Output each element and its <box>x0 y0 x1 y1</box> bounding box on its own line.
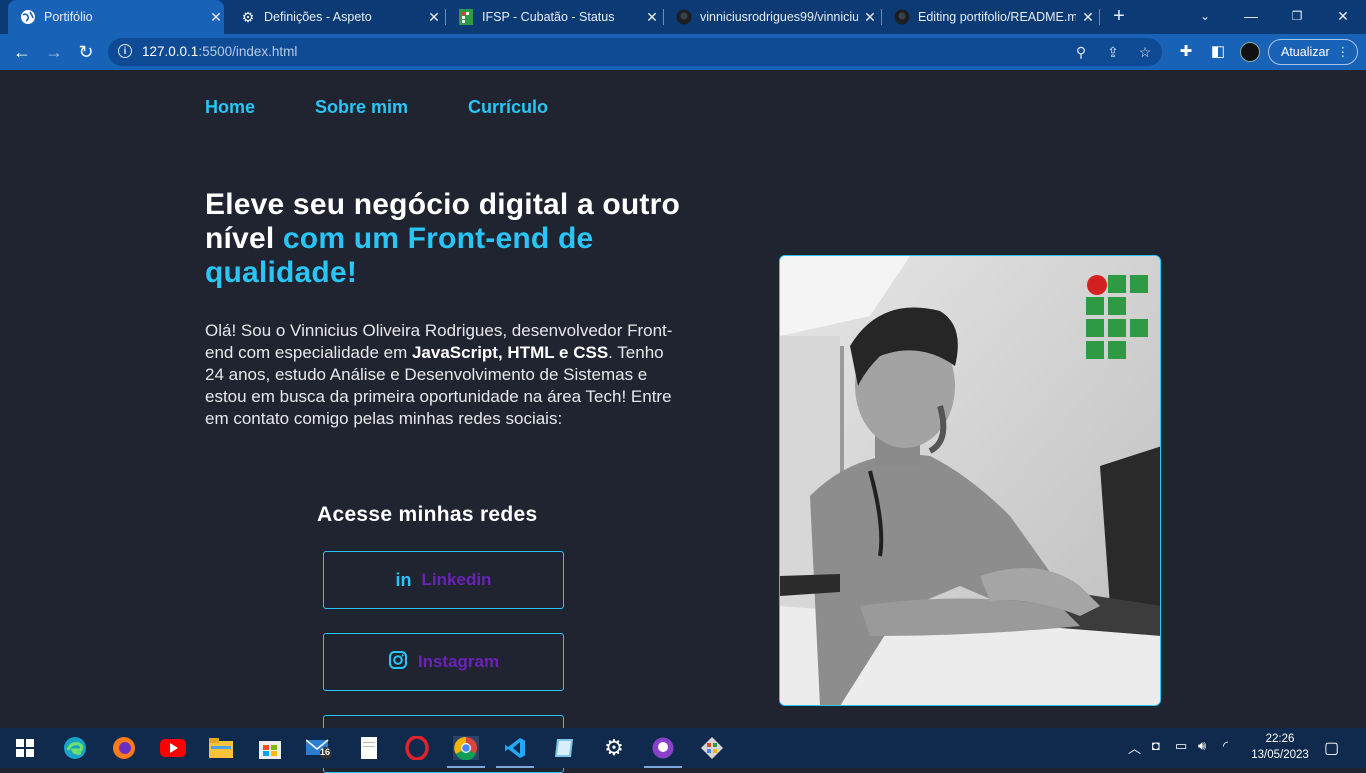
nav-curriculo-link[interactable]: Currículo <box>468 97 548 118</box>
close-icon[interactable]: ✕ <box>208 9 224 26</box>
menu-dots-icon[interactable]: ⋮ <box>1337 40 1350 64</box>
mail-icon[interactable]: 16 <box>306 736 332 760</box>
gear-icon: ⚙ <box>241 8 255 25</box>
firefox-icon[interactable] <box>111 736 137 760</box>
instagram-button[interactable]: Instagram <box>323 633 564 691</box>
avatar[interactable] <box>1240 42 1260 62</box>
github-desktop-icon[interactable] <box>644 736 682 768</box>
github-icon <box>894 9 910 25</box>
notifications-icon[interactable]: ▢ <box>1324 738 1339 758</box>
address-bar[interactable]: i 127.0.0.1:5500/index.html ⚲ ⇪ ☆ <box>108 38 1162 66</box>
notes-app-icon[interactable] <box>551 736 577 760</box>
tab-title: IFSP - Cubatão - Status <box>482 10 615 24</box>
close-icon[interactable]: ✕ <box>644 9 660 26</box>
wifi-icon[interactable]: ◜ <box>1223 738 1228 754</box>
vscode-icon[interactable] <box>496 736 534 768</box>
volume-icon[interactable]: 🔊︎ <box>1198 738 1206 754</box>
tab-ifsp[interactable]: IFSP - Cubatão - Status ✕ <box>450 0 660 34</box>
system-clock[interactable]: 22:26 13/05/2023 <box>1248 731 1312 763</box>
nav-sobre-mim-link[interactable]: Sobre mim <box>315 97 408 118</box>
tab-title: Portifólio <box>44 10 93 24</box>
windows-taskbar: 16 ⚙ ︿ ◘ ▭ 🔊︎ ◜ 22:26 13/05/2023 ▢ <box>0 728 1366 768</box>
battery-icon[interactable]: ▭ <box>1175 738 1187 754</box>
meet-icon[interactable]: ◘ <box>1152 738 1160 753</box>
side-panel-icon[interactable]: ◧ <box>1208 42 1228 62</box>
file-explorer-icon[interactable] <box>208 736 234 760</box>
instagram-icon <box>388 650 408 675</box>
tab-title: vinniciusrodrigues99/vinniciu <box>700 10 858 24</box>
tab-strip: Portifólio ✕ ⚙ Definições - Aspeto ✕ IFS… <box>0 0 1366 34</box>
site-info-icon[interactable]: i <box>118 44 132 58</box>
chrome-icon[interactable] <box>447 736 485 768</box>
git-client-icon[interactable] <box>699 736 725 760</box>
social-title: Acesse minhas redes <box>317 503 538 526</box>
close-window-button[interactable]: ✕ <box>1320 0 1366 32</box>
new-tab-button[interactable]: + <box>1108 5 1130 27</box>
share-icon[interactable]: ⇪ <box>1104 43 1122 61</box>
browser-toolbar: ← → ↻ i 127.0.0.1:5500/index.html ⚲ ⇪ ☆ … <box>0 34 1366 70</box>
ifsp-icon <box>458 9 474 25</box>
tab-definicoes[interactable]: ⚙ Definições - Aspeto ✕ <box>232 0 442 34</box>
restore-button[interactable]: ❐ <box>1274 0 1320 32</box>
store-icon[interactable] <box>257 736 283 760</box>
zoom-icon[interactable]: ⚲ <box>1072 43 1090 61</box>
settings-gear-icon[interactable]: ⚙ <box>601 735 627 760</box>
tab-github-profile[interactable]: vinniciusrodrigues99/vinniciu ✕ <box>668 0 878 34</box>
close-icon[interactable]: ✕ <box>1080 9 1096 26</box>
tab-search-icon[interactable]: ⌄ <box>1182 0 1228 32</box>
profile-photo <box>779 255 1161 706</box>
tab-title: Editing portifolio/README.m <box>918 10 1076 24</box>
clock-time: 22:26 <box>1265 733 1295 745</box>
mail-badge: 16 <box>320 747 331 757</box>
github-icon <box>676 9 692 25</box>
close-icon[interactable]: ✕ <box>426 9 442 26</box>
reload-button[interactable]: ↻ <box>74 40 98 64</box>
tab-title: Definições - Aspeto <box>264 10 372 24</box>
edge-icon[interactable] <box>62 736 88 760</box>
clock-date: 13/05/2023 <box>1251 749 1309 761</box>
bookmark-star-icon[interactable]: ☆ <box>1136 43 1154 61</box>
tab-github-readme[interactable]: Editing portifolio/README.m ✕ <box>886 0 1096 34</box>
linkedin-icon: in <box>395 569 412 590</box>
forward-button[interactable]: → <box>42 40 66 64</box>
page-title: Eleve seu negócio digital a outro nível … <box>205 188 681 289</box>
url-text: 127.0.0.1:5500/index.html <box>142 44 298 59</box>
bio-text: Olá! Sou o Vinnicius Oliveira Rodrigues,… <box>205 321 673 428</box>
tab-portifolio[interactable]: Portifólio ✕ <box>8 0 224 34</box>
windows-start-icon[interactable] <box>12 736 38 760</box>
extensions-icon[interactable]: ✚ <box>1176 42 1196 62</box>
chevron-up-icon[interactable]: ︿ <box>1128 738 1141 757</box>
linkedin-button[interactable]: in Linkedin <box>323 551 564 609</box>
notepad-icon[interactable] <box>356 736 382 760</box>
youtube-icon[interactable] <box>160 736 186 760</box>
close-icon[interactable]: ✕ <box>862 9 878 26</box>
back-button[interactable]: ← <box>10 40 34 64</box>
opera-icon[interactable] <box>404 736 430 760</box>
minimize-button[interactable]: — <box>1228 0 1274 32</box>
nav-home-link[interactable]: Home <box>205 97 255 118</box>
globe-icon <box>20 9 36 25</box>
update-button[interactable]: Atualizar ⋮ <box>1268 39 1358 65</box>
